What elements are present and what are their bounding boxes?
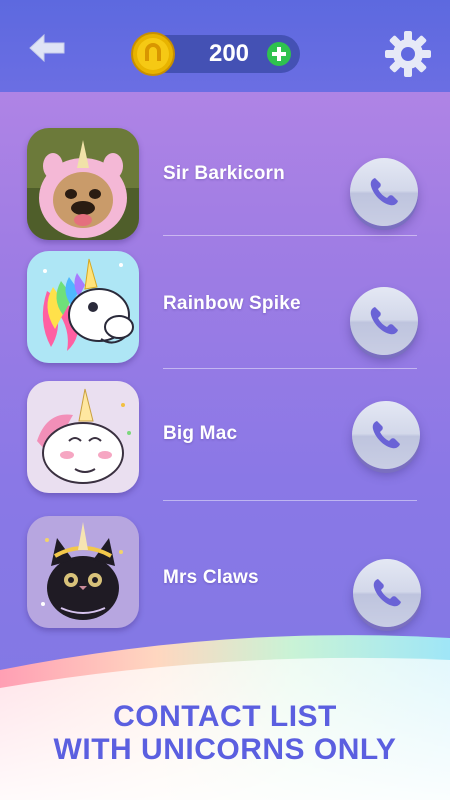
divider [163, 368, 417, 369]
call-button[interactable] [353, 559, 421, 627]
back-button[interactable] [26, 30, 70, 66]
banner-title-line2: WITH UNICORNS ONLY [53, 733, 397, 766]
phone-icon [373, 579, 401, 607]
call-button[interactable] [352, 401, 420, 469]
settings-button[interactable] [383, 29, 433, 79]
contact-row[interactable]: Rainbow Spike [0, 247, 450, 377]
contact-list: Sir Barkicorn Rainbow Spike Big Mac Mrs … [0, 92, 450, 652]
top-bar: 200 [0, 0, 450, 92]
call-button[interactable] [350, 158, 418, 226]
contact-name: Mrs Claws [163, 567, 259, 588]
horseshoe-coin-icon [131, 32, 175, 76]
avatar-big-mac [27, 381, 139, 493]
gear-icon [385, 31, 431, 77]
add-coins-button[interactable] [267, 42, 291, 66]
avatar-rainbow-spike [27, 251, 139, 363]
phone-icon [372, 421, 400, 449]
avatar-mrs-claws [27, 516, 139, 628]
contact-name: Sir Barkicorn [163, 163, 285, 184]
avatar-sir-barkicorn [27, 128, 139, 240]
banner-title-line1: CONTACT LIST [113, 700, 337, 733]
phone-icon [370, 178, 398, 206]
phone-icon [370, 307, 398, 335]
coin-count: 200 [208, 40, 250, 67]
divider [163, 235, 417, 236]
promo-banner: CONTACT LIST WITH UNICORNS ONLY [0, 630, 450, 800]
coin-balance: 200 [131, 32, 300, 76]
call-button[interactable] [350, 287, 418, 355]
divider [163, 500, 417, 501]
contact-row[interactable]: Sir Barkicorn [0, 120, 450, 250]
contact-name: Rainbow Spike [163, 293, 301, 314]
plus-icon [272, 47, 286, 61]
back-arrow-icon [29, 33, 65, 63]
contact-row[interactable]: Mrs Claws [0, 512, 450, 642]
contact-name: Big Mac [163, 423, 238, 444]
